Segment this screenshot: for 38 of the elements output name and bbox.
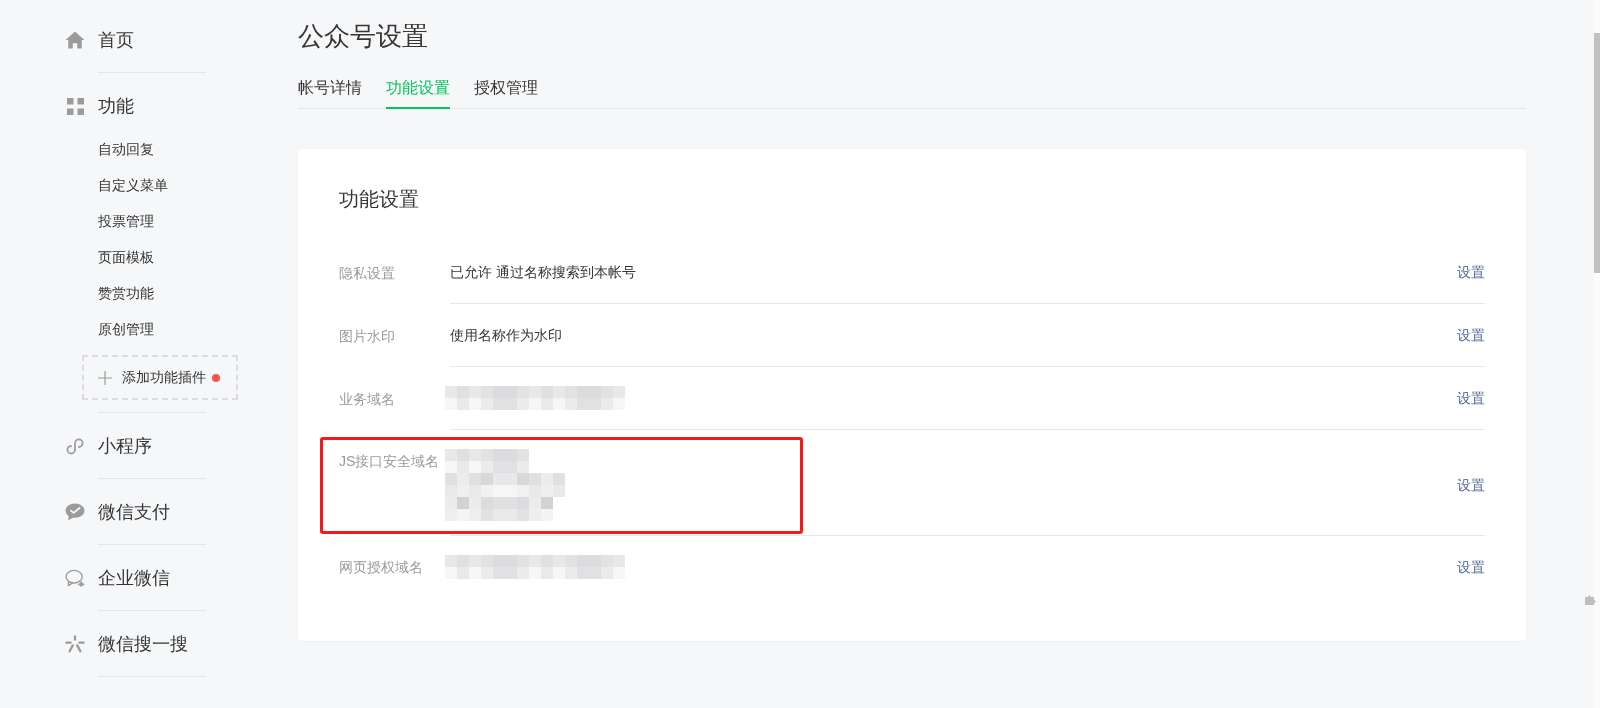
row-label: 隐私设置 (339, 263, 395, 283)
add-plugin-button[interactable]: 添加功能插件 (82, 355, 238, 400)
sidebar-item[interactable]: 微信支付 (62, 492, 170, 532)
settings-link[interactable]: 设置 (1457, 475, 1485, 495)
settings-link[interactable]: 设置 (1457, 325, 1485, 345)
tab[interactable]: 授权管理 (474, 77, 538, 109)
sidebar-item[interactable]: 功能 (62, 86, 134, 126)
page-title: 公众号设置 (298, 20, 428, 53)
settings-link[interactable]: 设置 (1457, 262, 1485, 282)
chat-bubble-icon (65, 569, 85, 587)
plus-icon (98, 370, 112, 385)
sidebar-subitem[interactable]: 自动回复 (98, 131, 154, 167)
row-label: JS接口安全域名 (339, 452, 440, 471)
settings-link[interactable]: 设置 (1457, 557, 1485, 577)
sidebar-subitem[interactable]: 赞赏功能 (98, 275, 154, 311)
home-icon (65, 31, 85, 49)
sidebar-subitem[interactable]: 投票管理 (98, 203, 154, 239)
row-value: 已允许 通过名称搜索到本帐号 (450, 263, 636, 282)
row-label: 图片水印 (339, 326, 395, 346)
sidebar-subitem[interactable]: 自定义菜单 (98, 167, 168, 203)
scrollbar-thumb[interactable] (1594, 33, 1600, 273)
row-label: 业务域名 (339, 389, 395, 409)
sidebar-item[interactable]: 微信搜一搜 (62, 624, 188, 664)
card-title: 功能设置 (339, 187, 419, 212)
row-label: 网页授权域名 (339, 558, 423, 577)
sidebar-subitem[interactable]: 原创管理 (98, 311, 154, 347)
row-value: 使用名称作为水印 (450, 326, 562, 345)
sidebar-item[interactable]: 企业微信 (62, 558, 170, 598)
chat-check-icon (65, 503, 85, 521)
sidebar-item[interactable]: 小程序 (62, 426, 152, 466)
burst-icon (65, 635, 85, 653)
sidebar-subitem[interactable]: 页面模板 (98, 239, 154, 275)
loops-icon (65, 436, 85, 456)
puzzle-icon[interactable] (1585, 594, 1596, 605)
tab[interactable]: 帐号详情 (298, 77, 362, 109)
grid-icon (66, 97, 84, 115)
settings-link[interactable]: 设置 (1457, 388, 1485, 408)
sidebar-item[interactable]: 首页 (62, 20, 134, 60)
